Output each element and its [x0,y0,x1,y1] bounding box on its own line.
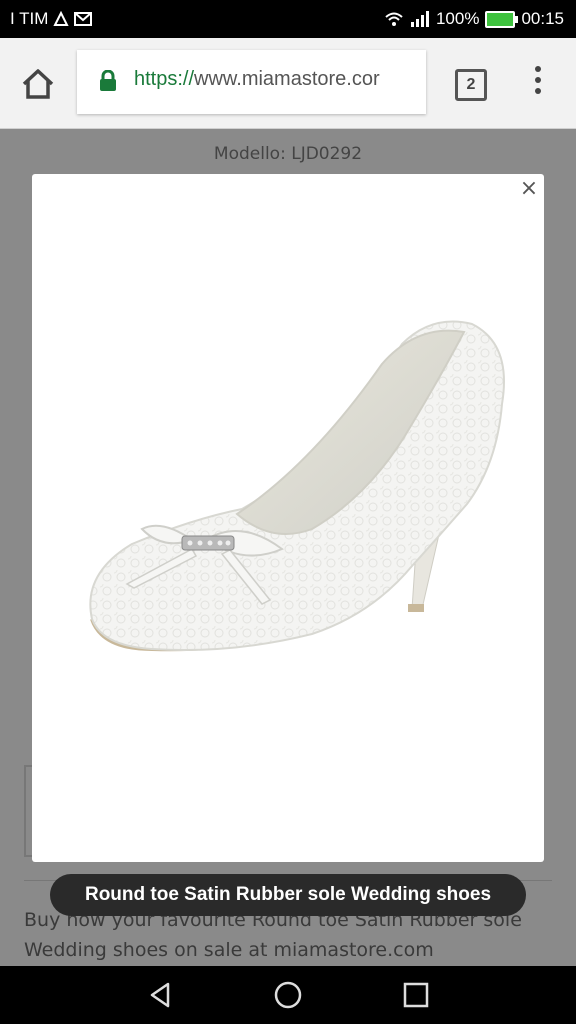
close-icon[interactable]: × [518,176,540,202]
url-scheme: https:// [134,68,195,90]
sim-icon [53,11,70,26]
image-modal: × [32,174,544,862]
carrier-label: I TIM [10,9,49,28]
recents-icon[interactable] [401,980,431,1010]
back-icon[interactable] [146,980,176,1010]
home-circle-icon[interactable] [273,980,303,1010]
status-bar: I TIM 100% 00:15 [0,0,576,38]
navigation-bar [0,966,576,1024]
battery-percent: 100% [435,9,480,28]
battery-charging-icon [485,10,519,28]
url-host: www.miamastore.cor [194,68,380,90]
more-vert-icon[interactable] [531,66,545,98]
lock-icon [100,70,116,91]
clock: 00:15 [521,9,564,28]
browser-toolbar: https://www.miamastore.cor 2 [0,38,576,129]
mail-icon [74,12,93,26]
model-label: Modello: LJD0292 [213,144,363,164]
product-image [89,320,505,652]
wifi-icon [385,12,403,26]
home-icon[interactable] [20,66,56,102]
signal-icon [410,11,429,27]
tab-switcher-button[interactable]: 2 [455,69,487,101]
url-text: https://www.miamastore.cor [134,68,380,91]
toast-message: Round toe Satin Rubber sole Wedding shoe… [50,874,526,916]
url-bar[interactable]: https://www.miamastore.cor [77,50,426,114]
